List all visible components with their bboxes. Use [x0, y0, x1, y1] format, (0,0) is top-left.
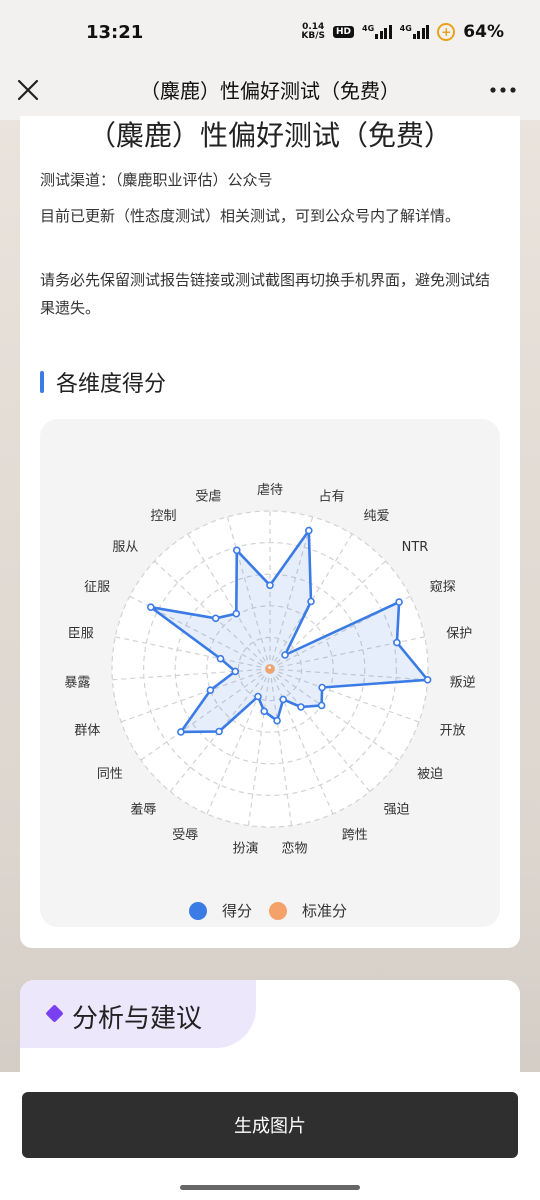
score-point — [216, 654, 225, 663]
test-channel: 测试渠道：（麋鹿职业评估）公众号 — [40, 171, 273, 189]
status-time: 13:21 — [86, 22, 144, 43]
radar-axis-label: 暴露 — [64, 675, 90, 690]
score-point — [304, 526, 313, 535]
report-title: （麋鹿）性偏好测试（免费） — [87, 119, 452, 152]
score-point — [393, 638, 401, 647]
score-point — [307, 597, 315, 606]
score-point — [273, 716, 281, 725]
score-point — [215, 727, 223, 736]
radar-axis-label: 保护 — [446, 626, 472, 641]
save-warning: 请务必先保留测试报告链接或测试截图再切换手机界面，避免测试结果遗失。 — [40, 271, 491, 317]
diamond-icon — [45, 1004, 64, 1023]
signal-tag: 4G — [362, 24, 375, 33]
radar-axis-label: 叛逆 — [450, 674, 476, 690]
battery-level: 64% — [463, 22, 504, 42]
radar-axis-label: 窥探 — [430, 579, 456, 595]
score-point — [281, 651, 289, 659]
radar-chart: 虐待占有纯爱 NTR 窥探保护叛逆开放被迫强迫跨性恋物 扮演 受辱 羞辱 同性 群体 暴露 臣服 征… — [40, 419, 500, 927]
score-point — [254, 692, 262, 701]
radar-axis-label: 被迫 — [417, 767, 443, 782]
radar-axis-label: 受虐 — [195, 489, 221, 505]
radar-axis-label: 扮演 — [232, 840, 258, 856]
score-point — [232, 609, 241, 618]
score-point — [177, 728, 185, 736]
more-icon[interactable] — [488, 76, 518, 104]
status-icons: 0.14 KB/S HD 4G 4G + 64% — [301, 22, 504, 42]
radar-axis-label: 开放 — [440, 723, 466, 738]
radar-axis-label: 臣服 — [68, 626, 94, 641]
radar-axis-label: 控制 — [150, 509, 176, 524]
score-point — [211, 614, 220, 623]
score-point — [279, 695, 287, 704]
hd-icon: HD — [333, 26, 355, 38]
score-point — [233, 546, 241, 555]
standard-point — [266, 664, 273, 671]
legend-label: 得分 — [222, 902, 252, 920]
page-title: （麋鹿）性偏好测试（免费） — [140, 79, 400, 103]
nav-bar: （麋鹿）性偏好测试（免费） — [0, 66, 540, 120]
radar-axis-label: 强迫 — [384, 803, 410, 818]
score-point — [206, 686, 215, 695]
radar-axis-label: 征服 — [84, 580, 110, 595]
legend-swatch — [189, 902, 207, 920]
score-point — [297, 703, 305, 711]
radar-chart-svg: 虐待占有纯爱 NTR 窥探保护叛逆开放被迫强迫跨性恋物 扮演 受辱 羞辱 同性 群体 暴露 臣服 征… — [64, 482, 476, 920]
status-bar: 13:21 0.14 KB/S HD 4G 4G + 64% — [0, 0, 540, 66]
radar-axis-label: 纯爱 — [364, 509, 390, 524]
analysis-tab: 分析与建议 — [20, 980, 256, 1048]
radar-axis-label: 羞辱 — [130, 803, 156, 818]
signal-icon-2: 4G — [400, 25, 430, 39]
home-indicator[interactable] — [180, 1185, 360, 1190]
score-point — [423, 675, 432, 684]
radar-axis-label: 跨性 — [342, 828, 368, 843]
signal-tag-2: 4G — [399, 24, 412, 33]
radar-axis-label: 群体 — [74, 723, 100, 738]
update-note: 目前已更新（性态度测试）相关测试，可到公众号内了解详情。 — [40, 207, 461, 225]
radar-axis-label: 服从 — [112, 540, 138, 555]
radar-axis-label: 恋物 — [281, 840, 307, 856]
legend-label: 标准分 — [302, 902, 347, 920]
score-point — [147, 603, 155, 611]
score-point — [317, 701, 326, 710]
signal-icon: 4G — [362, 25, 392, 39]
radar-axis-label: 受辱 — [172, 828, 198, 843]
network-speed-unit: KB/S — [301, 31, 325, 41]
network-speed: 0.14 KB/S — [301, 23, 325, 41]
radar-axis-label: 同性 — [97, 767, 123, 782]
score-point — [231, 667, 240, 676]
section-header: 各维度得分 — [40, 366, 166, 398]
radar-axis-label: NTR — [402, 540, 429, 555]
radar-axis-label: 虐待 — [257, 482, 283, 498]
section-title: 各维度得分 — [56, 372, 167, 397]
score-point — [266, 581, 274, 590]
bottom-bar: 生成图片 — [0, 1072, 540, 1200]
battery-saver-icon: + — [437, 23, 456, 41]
analysis-title: 分析与建议 — [72, 1004, 203, 1034]
section-accent-bar — [40, 371, 44, 393]
radar-axis-label: 占有 — [319, 490, 345, 505]
report-card: （麋鹿）性偏好测试（免费） 测试渠道：（麋鹿职业评估）公众号 目前已更新（性态度… — [20, 116, 520, 948]
score-point — [395, 598, 403, 606]
legend-swatch — [269, 902, 287, 920]
score-point — [318, 683, 326, 692]
score-point — [260, 707, 268, 716]
generate-image-button[interactable]: 生成图片 — [22, 1092, 518, 1158]
